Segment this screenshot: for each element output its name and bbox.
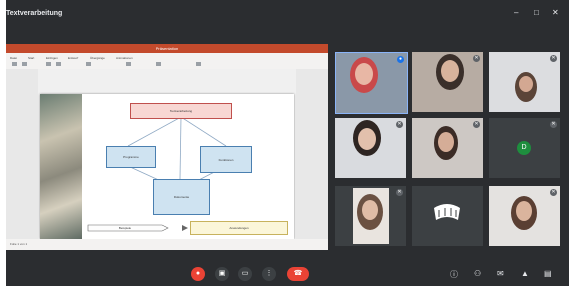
chat-icon[interactable]: ✉	[497, 269, 504, 278]
participant-face	[355, 63, 373, 85]
ribbon-tab[interactable]: Übergänge	[90, 56, 105, 60]
diagram-bottom-left-box: Beispiele	[118, 226, 132, 230]
participant-tile[interactable]: ●	[335, 52, 408, 114]
mic-off-icon: ✕	[550, 121, 557, 128]
align-icon[interactable]	[86, 62, 91, 66]
info-icon[interactable]: ⓘ	[450, 269, 458, 280]
participant-tile[interactable]: D ✕	[489, 118, 560, 178]
slide-canvas: Textverarbeitung Programme Funktionen Do…	[40, 94, 294, 239]
diagram-right-box: Funktionen	[200, 146, 252, 173]
arrange-icon[interactable]	[156, 62, 161, 66]
slide-thumbnails	[6, 69, 38, 239]
participant-face	[441, 60, 459, 82]
participant-face	[519, 76, 533, 92]
participant-tile[interactable]: ✕	[412, 52, 483, 112]
maximize-icon[interactable]: □	[534, 8, 539, 17]
participant-face	[516, 201, 532, 221]
bold-icon[interactable]	[56, 62, 61, 66]
diagram-top-box: Textverarbeitung	[130, 103, 232, 119]
speaking-icon: ●	[397, 56, 404, 63]
ribbon-tab[interactable]: Datei	[10, 56, 17, 60]
ribbon: Datei Start Einfügen Entwurf Übergänge A…	[6, 53, 328, 70]
camera-icon: ▣	[218, 270, 226, 277]
mic-off-icon: ✕	[550, 189, 557, 196]
mic-off-icon: ✕	[396, 121, 403, 128]
close-icon[interactable]: ✕	[552, 8, 559, 17]
activities-icon[interactable]: ▲	[521, 269, 529, 278]
mic-toggle-button[interactable]: ●	[191, 267, 205, 281]
mic-off-icon: ✕	[473, 55, 480, 62]
diagram-left-box: Programme	[106, 146, 156, 168]
hang-up-icon: ☎	[293, 270, 303, 277]
mic-off-icon: ✕	[550, 55, 557, 62]
mic-off-icon: ✕	[473, 121, 480, 128]
presentation-titlebar: Präsentation	[6, 44, 328, 53]
participant-tile[interactable]: ✕	[412, 118, 483, 178]
participant-tile[interactable]: ✕	[335, 186, 406, 246]
window-title: Textverarbeitung	[6, 10, 63, 17]
end-call-button[interactable]: ☎	[287, 267, 309, 281]
participant-tile[interactable]: ✕	[489, 52, 560, 112]
participant-face	[362, 200, 378, 220]
meeting-controls-bar: ● ▣ ▭ ⋮ ☎ ⓘ ⚇ ✉ ▲ ▤	[0, 263, 569, 286]
participant-tile[interactable]	[412, 186, 483, 246]
participant-face	[438, 132, 454, 152]
people-icon[interactable]: ⚇	[474, 269, 481, 278]
minimize-icon[interactable]: –	[514, 8, 518, 17]
paste-icon[interactable]	[12, 62, 17, 66]
shared-presentation: Präsentation Datei Start Einfügen Entwur…	[6, 44, 328, 250]
ribbon-tab[interactable]: Start	[28, 56, 34, 60]
more-vert-icon: ⋮	[265, 270, 273, 277]
ribbon-tab[interactable]: Einfügen	[46, 56, 58, 60]
ribbon-tab[interactable]: Animationen	[116, 56, 133, 60]
more-options-button[interactable]: ⋮	[262, 267, 276, 281]
participant-avatar: D	[517, 141, 531, 155]
participant-logo-icon	[434, 204, 460, 220]
present-screen-icon: ▭	[241, 270, 249, 277]
slide-counter: Folie 1 von 1	[10, 242, 28, 246]
shapes-icon[interactable]	[126, 62, 131, 66]
mic-off-icon: ✕	[396, 189, 403, 196]
side-pane	[296, 69, 328, 239]
camera-toggle-button[interactable]: ▣	[215, 267, 229, 281]
lock-icon[interactable]: ▤	[544, 269, 552, 278]
participant-tile[interactable]: ✕	[335, 118, 406, 178]
meeting-titlebar: Textverarbeitung – □ ✕	[6, 8, 562, 26]
participant-tile[interactable]: ✕	[489, 186, 560, 246]
new-slide-icon[interactable]	[22, 62, 27, 66]
present-button[interactable]: ▭	[238, 267, 252, 281]
mic-off-icon: ●	[195, 270, 201, 277]
diagram-center-box: Dokumente	[153, 179, 210, 215]
diagram-bottom-right-box: Anwendungen	[190, 221, 288, 235]
presentation-statusbar: Folie 1 von 1	[6, 239, 328, 250]
find-icon[interactable]	[196, 62, 201, 66]
ribbon-tab[interactable]: Entwurf	[68, 56, 78, 60]
participant-face	[358, 128, 376, 150]
font-icon[interactable]	[46, 62, 51, 66]
